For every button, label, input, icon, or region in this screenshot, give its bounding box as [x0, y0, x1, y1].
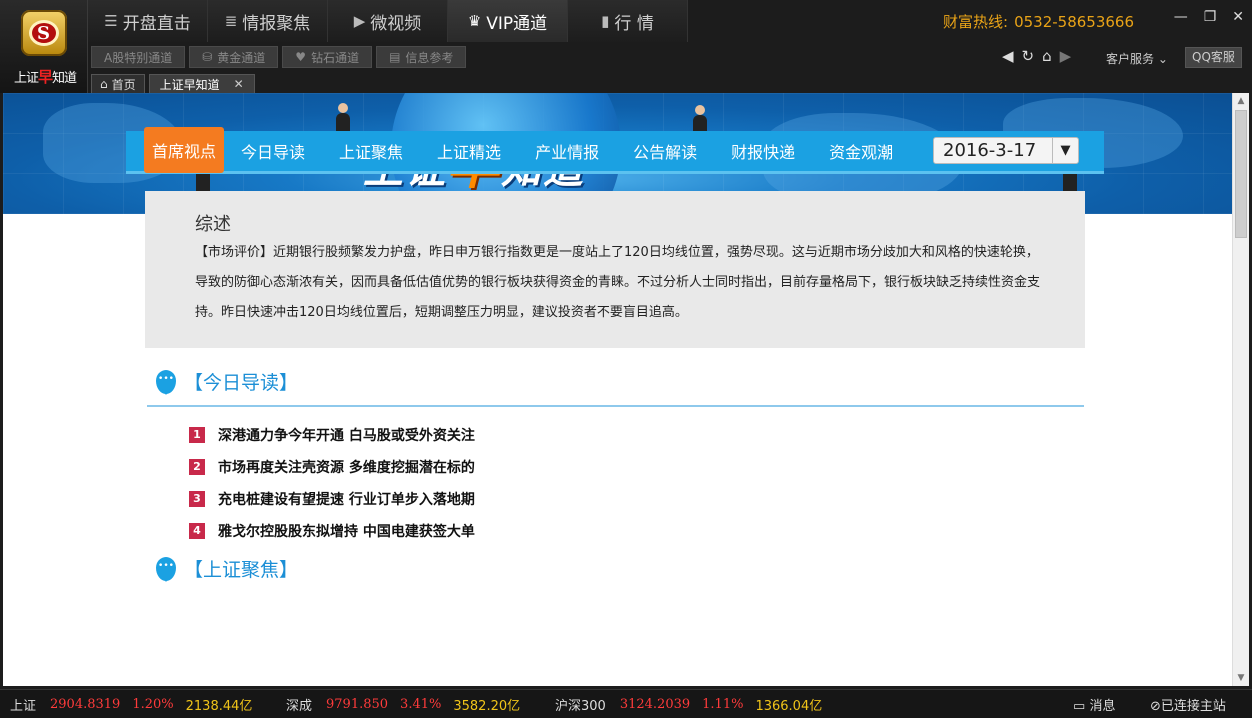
- scroll-up-icon[interactable]: ▲: [1233, 93, 1249, 109]
- message-icon: ▭: [1073, 698, 1086, 714]
- vertical-scrollbar[interactable]: ▲ ▼: [1232, 93, 1249, 686]
- list-item[interactable]: 4 雅戈尔控股股东拟增持 中国电建获签大单: [189, 515, 475, 547]
- status-bar: 上证 2904.8319 1.20% 2138.44亿 深成 9791.850 …: [0, 689, 1252, 718]
- messages-button[interactable]: ▭ 消息: [1073, 695, 1115, 714]
- forward-icon[interactable]: ▶: [1060, 47, 1072, 65]
- summary-body: 【市场评价】近期银行股频繁发力护盘，昨日申万银行指数更是一度站上了120日均线位…: [195, 245, 1041, 320]
- document-tabs: ⌂ 首页 上证早知道 ✕: [91, 74, 255, 93]
- nav-earnings[interactable]: 财报快递: [714, 130, 812, 173]
- video-icon: ▶: [353, 12, 366, 30]
- document-icon: ▤: [389, 50, 401, 64]
- logo-icon: S: [21, 10, 67, 56]
- summary-title: 综述: [195, 214, 231, 235]
- close-tab-icon[interactable]: ✕: [234, 77, 244, 91]
- scroll-thumb[interactable]: [1235, 110, 1247, 238]
- hotline: 财富热线: 0532-58653666: [943, 13, 1134, 31]
- date-select[interactable]: 2016-3-17 ▼: [933, 137, 1079, 164]
- scroll-down-icon[interactable]: ▼: [1233, 670, 1249, 686]
- top-tabs: ☰ 开盘直击 ≣ 情报聚焦 ▶ 微视频 ♛ VIP通道 ▮ 行 情: [88, 0, 688, 42]
- summary-box: 综述 【市场评价】近期银行股频繁发力护盘，昨日申万银行指数更是一度站上了120日…: [145, 191, 1085, 348]
- location-pin-icon: •••: [156, 369, 176, 395]
- list-item[interactable]: 1 深港通力争今年开通 白马股或受外资关注: [189, 419, 475, 451]
- nav-announcement[interactable]: 公告解读: [616, 130, 714, 173]
- nav-industry[interactable]: 产业情报: [518, 130, 616, 173]
- window-controls: — ❐ ✕: [1174, 9, 1244, 25]
- customer-service-menu[interactable]: 客户服务 ⌄: [1106, 50, 1168, 67]
- logo-text: 上证早知道: [13, 68, 77, 86]
- sub-tab-info[interactable]: ▤ 信息参考: [376, 46, 467, 68]
- tab-quotes[interactable]: ▮ 行 情: [568, 0, 688, 42]
- dropdown-arrow-icon[interactable]: ▼: [1052, 138, 1078, 163]
- minimize-icon[interactable]: —: [1174, 9, 1188, 25]
- list-item[interactable]: 2 市场再度关注壳资源 多维度挖掘潜在标的: [189, 451, 475, 483]
- section-focus-header: ••• 【上证聚焦】: [156, 555, 298, 582]
- refresh-icon[interactable]: ↻: [1022, 47, 1035, 65]
- diamond-icon: ♥: [295, 50, 307, 64]
- bar-chart-icon: ▮: [601, 12, 610, 30]
- sub-tabs: A股特别通道 ⛁ 黄金通道 ♥ 钻石通道 ▤ 信息参考: [91, 46, 467, 68]
- connection-status: ⊘已连接主站: [1150, 698, 1226, 714]
- sub-tab-diamond[interactable]: ♥ 钻石通道: [282, 46, 373, 68]
- sub-tab-gold[interactable]: ⛁ 黄金通道: [189, 46, 279, 68]
- close-icon[interactable]: ✕: [1232, 9, 1244, 25]
- tab-home[interactable]: ⌂ 首页: [91, 74, 145, 93]
- tab-video[interactable]: ▶ 微视频: [328, 0, 448, 42]
- nav-today[interactable]: 今日导读: [224, 130, 322, 173]
- qq-service-button[interactable]: QQ客服: [1185, 47, 1242, 68]
- app-window: S 上证早知道 ☰ 开盘直击 ≣ 情报聚焦 ▶ 微视频 ♛ VIP通道 ▮ 行 情 财富热…: [0, 0, 1252, 718]
- app-logo: S 上证早知道: [0, 0, 88, 93]
- list-icon: ☰: [104, 12, 118, 30]
- tab-open-market[interactable]: ☰ 开盘直击: [88, 0, 208, 42]
- nav-selected[interactable]: 上证精选: [420, 130, 518, 173]
- list-item[interactable]: 3 充电桩建设有望提速 行业订单步入落地期: [189, 483, 475, 515]
- restore-icon[interactable]: ❐: [1204, 9, 1217, 25]
- home-icon: ⌂: [100, 77, 108, 91]
- today-list: 1 深港通力争今年开通 白马股或受外资关注 2 市场再度关注壳资源 多维度挖掘潜在标…: [189, 419, 475, 547]
- sub-tab-a-share[interactable]: A股特别通道: [91, 46, 186, 68]
- chevron-down-icon: ⌄: [1157, 52, 1168, 66]
- location-pin-icon: •••: [156, 556, 176, 582]
- gold-icon: ⛁: [202, 50, 213, 64]
- tab-current[interactable]: 上证早知道 ✕: [148, 74, 255, 93]
- nav-capital[interactable]: 资金观潮: [812, 130, 910, 173]
- divider: [147, 405, 1084, 407]
- index-hs300[interactable]: 沪深300 3124.2039 1.11% 1366.04亿: [555, 695, 822, 714]
- index-sz[interactable]: 深成 9791.850 3.41% 3582.20亿: [286, 695, 520, 714]
- link-icon: ⊘: [1150, 698, 1161, 714]
- tab-intel[interactable]: ≣ 情报聚焦: [208, 0, 328, 42]
- back-icon[interactable]: ◀: [1002, 47, 1014, 65]
- tab-vip[interactable]: ♛ VIP通道: [448, 0, 568, 42]
- home-icon[interactable]: ⌂: [1042, 47, 1052, 65]
- crown-icon: ♛: [467, 12, 482, 30]
- news-icon: ≣: [224, 12, 238, 30]
- index-sh[interactable]: 上证 2904.8319 1.20% 2138.44亿: [10, 695, 252, 714]
- section-nav: 首席视点 今日导读 上证聚焦 上证精选 产业情报 公告解读 财报快递 资金观潮 …: [126, 126, 1104, 174]
- nav-focus[interactable]: 上证聚焦: [322, 130, 420, 173]
- nav-chief-view[interactable]: 首席视点: [144, 126, 225, 173]
- browser-nav: ◀ ↻ ⌂ ▶: [1002, 47, 1071, 65]
- section-today-header: ••• 【今日导读】: [156, 368, 298, 395]
